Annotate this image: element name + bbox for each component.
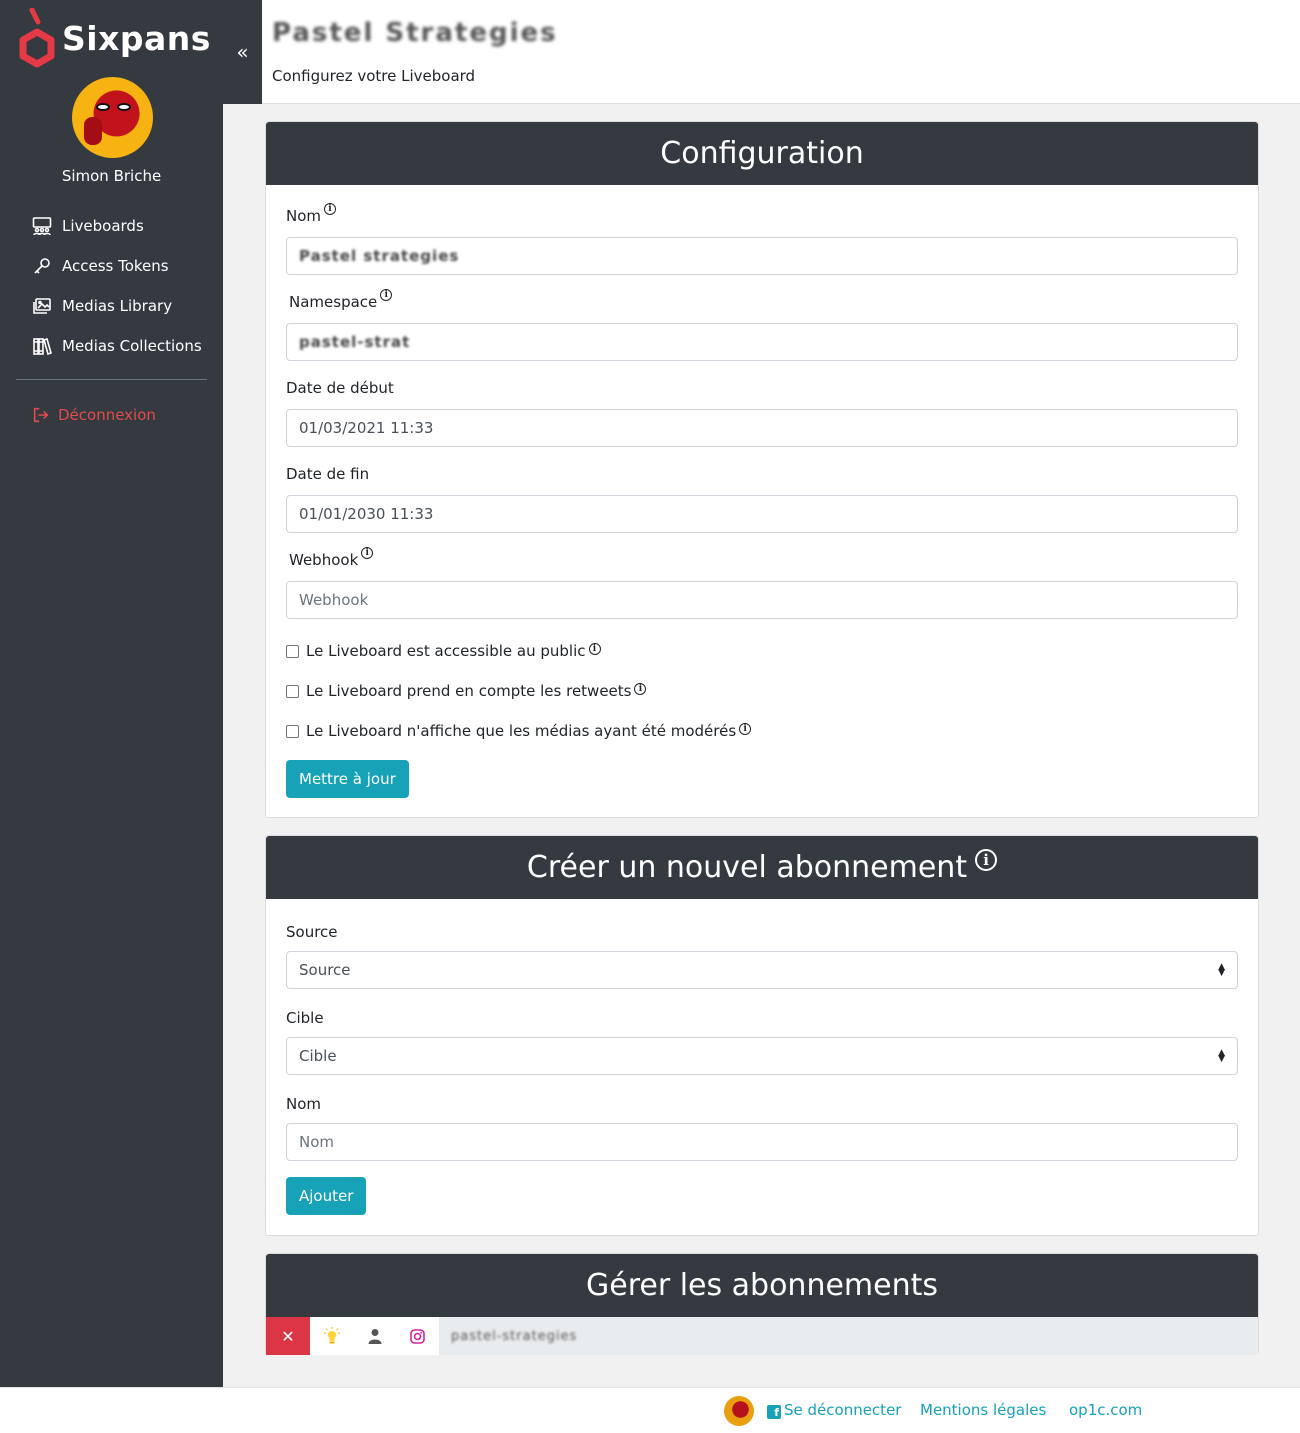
subscription-name: pastel-strategies (451, 1328, 578, 1344)
card-title: Configuration (266, 122, 1258, 185)
facebook-icon: f (767, 1405, 781, 1419)
retweets-checkbox[interactable] (286, 684, 299, 698)
date-fin-label: Date de fin (286, 465, 370, 483)
select-arrows-icon: ▲ ▼ (1218, 962, 1225, 978)
sidebar-divider (16, 379, 207, 380)
date-debut-field[interactable]: 01/03/2021 11:33 (286, 409, 1238, 447)
brand[interactable]: Sixpans (16, 7, 211, 68)
moderated-checkbox-row[interactable]: Le Liveboard n'affiche que les médias ay… (286, 722, 752, 740)
source-select[interactable]: Source ▲ ▼ (286, 951, 1238, 989)
moderated-checkbox[interactable] (286, 724, 299, 738)
info-icon[interactable]: i (975, 848, 998, 871)
nom-label: Nom (286, 1095, 322, 1113)
cible-label: Cible (286, 1009, 324, 1027)
retweets-checkbox-row[interactable]: Le Liveboard prend en compte les retweet… (286, 682, 647, 700)
sidebar-item-label: Liveboards (62, 217, 144, 235)
date-fin-field[interactable]: 01/01/2030 11:33 (286, 495, 1238, 533)
key-icon (34, 258, 50, 274)
nom-label: Nom i (286, 203, 337, 225)
logout-label: Déconnexion (58, 406, 156, 424)
footer-avatar (724, 1396, 754, 1426)
footer-logout-link[interactable]: f Se déconnecter (767, 1401, 901, 1419)
sixpans-logo-icon (16, 7, 58, 68)
card-title: Créer un nouvel abonnement i (266, 836, 1258, 899)
cible-select[interactable]: Cible ▲ ▼ (286, 1037, 1238, 1075)
moderated-checkbox-label: Le Liveboard n'affiche que les médias ay… (306, 722, 737, 740)
new-subscription-card: Créer un nouvel abonnement i Source Sour… (265, 835, 1259, 1236)
nom-field[interactable]: Pastel strategies (286, 237, 1238, 275)
avatar[interactable] (72, 77, 153, 158)
sidebar-item-liveboards[interactable]: Liveboards (0, 206, 223, 246)
public-checkbox[interactable] (286, 644, 299, 658)
webhook-label: Webhook i (289, 547, 374, 569)
sidebar-item-label: Medias Library (62, 297, 173, 315)
namespace-field[interactable]: pastel-strat (286, 323, 1238, 361)
page-header: Pastel Strategies Configurez votre Liveb… (262, 0, 1300, 104)
user-icon (353, 1317, 396, 1355)
info-icon[interactable]: i (634, 683, 647, 695)
date-debut-label: Date de début (286, 379, 394, 397)
footer-site-link[interactable]: op1c.com (1069, 1401, 1142, 1419)
brand-name: Sixpans (62, 18, 211, 58)
sidebar-item-access-tokens[interactable]: Access Tokens (0, 246, 223, 286)
public-checkbox-row[interactable]: Le Liveboard est accessible au public i (286, 642, 601, 660)
manage-subscriptions-card: Gérer les abonnements ✕ pastel-strategie… (265, 1253, 1259, 1355)
images-icon (33, 298, 51, 314)
info-icon[interactable]: i (588, 643, 601, 655)
source-label: Source (286, 923, 338, 941)
info-icon[interactable]: i (380, 289, 393, 301)
page-subtitle: Configurez votre Liveboard (272, 67, 476, 85)
add-button[interactable]: Ajouter (286, 1177, 367, 1215)
footer: f Se déconnecter Mentions légales op1c.co… (0, 1387, 1300, 1433)
sidebar-item-medias-collections[interactable]: Medias Collections (0, 326, 223, 366)
sidebar-item-medias-library[interactable]: Medias Library (0, 286, 223, 326)
delete-subscription-button[interactable]: ✕ (266, 1317, 310, 1355)
user-name: Simon Briche (61, 167, 162, 185)
double-chevron-left-icon: « (236, 40, 249, 64)
sidebar-collapse-button[interactable]: « (223, 0, 262, 104)
logout-link[interactable]: Déconnexion (32, 406, 156, 424)
books-icon (33, 337, 52, 356)
select-arrows-icon: ▲ ▼ (1218, 1048, 1225, 1064)
namespace-label: Namespace i (289, 289, 393, 311)
public-checkbox-label: Le Liveboard est accessible au public (306, 642, 586, 660)
webhook-field[interactable]: Webhook (286, 581, 1238, 619)
info-icon[interactable]: i (361, 547, 374, 559)
update-button[interactable]: Mettre à jour (286, 760, 409, 798)
info-icon[interactable]: i (739, 723, 752, 735)
subscription-row: ✕ pastel-strategies (266, 1317, 1258, 1355)
sidebar-item-label: Access Tokens (62, 257, 169, 275)
instagram-icon (396, 1317, 439, 1355)
retweets-checkbox-label: Le Liveboard prend en compte les retweet… (306, 682, 632, 700)
subscription-name-field[interactable]: Nom (286, 1123, 1238, 1161)
logout-icon (33, 407, 49, 423)
footer-legal-link[interactable]: Mentions légales (920, 1401, 1046, 1419)
page-title: Pastel Strategies (272, 18, 558, 48)
sidebar-item-label: Medias Collections (62, 337, 202, 355)
close-icon: ✕ (281, 1326, 295, 1346)
sidebar-nav: Liveboards Access Tokens Medias Library … (0, 206, 223, 366)
card-title: Gérer les abonnements (266, 1254, 1258, 1317)
info-icon[interactable]: i (324, 203, 337, 215)
configuration-card: Configuration Nom i Pastel strategies Nam… (265, 121, 1259, 818)
sidebar: Sixpans Simon Briche Liveboards Access T… (0, 0, 223, 1387)
liveboards-icon (32, 217, 52, 236)
lightbulb-icon (310, 1317, 353, 1355)
